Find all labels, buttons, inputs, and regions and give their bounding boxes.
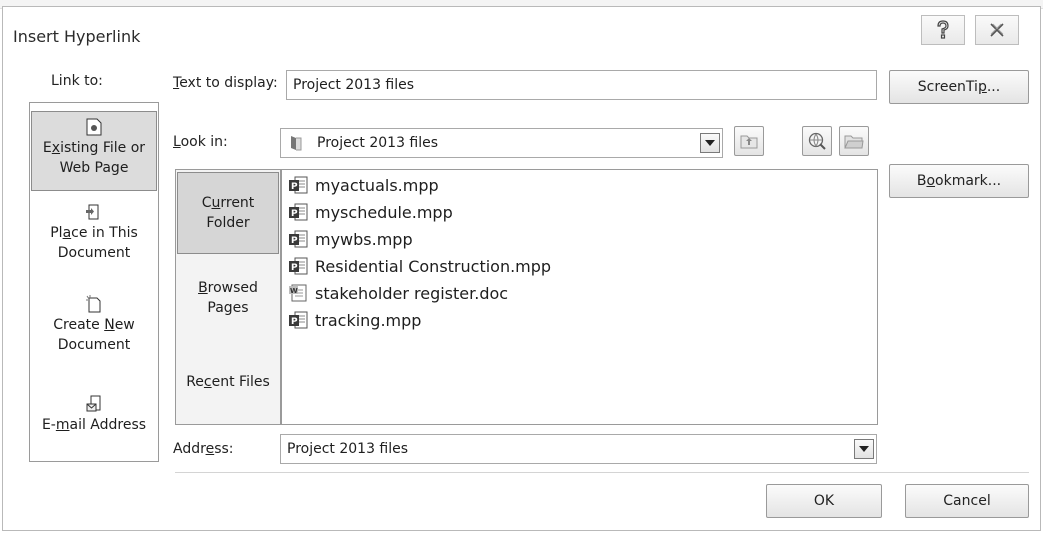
screentip-button[interactable]: ScreenTi p... — [889, 70, 1029, 104]
look-in-dropdown-arrow[interactable] — [700, 133, 720, 153]
link-to-create-new-document[interactable]: Create New Document — [30, 295, 158, 365]
existing-file-label-line1: Existing File or — [42, 140, 146, 156]
current-folder-label-line2: Folder — [206, 215, 250, 231]
cancel-button[interactable]: Cancel — [905, 484, 1029, 518]
link-to-place-in-document[interactable]: Place in This Document — [30, 203, 158, 273]
svg-text:P: P — [291, 317, 298, 327]
svg-text:P: P — [291, 209, 298, 219]
file-name: Residential Construction.mpp — [315, 256, 552, 276]
bookmark-button[interactable]: Bo okmark... — [889, 164, 1029, 198]
up-one-folder-button[interactable] — [734, 126, 764, 156]
file-name: myschedule.mpp — [315, 202, 453, 222]
up-folder-icon — [740, 135, 758, 149]
look-in-nav-panel: Current Folder Browsed Pages Recent File… — [175, 169, 281, 425]
list-item[interactable]: P myschedule.mpp — [288, 199, 453, 225]
file-list[interactable]: P myactuals.mpp P myschedule.mpp P mywbs… — [281, 169, 878, 425]
existing-file-icon — [86, 118, 102, 136]
link-to-email-address[interactable]: E-mail Address — [30, 395, 158, 445]
svg-text:P: P — [291, 236, 298, 246]
title-bar: Insert Hyperlink — [3, 7, 1040, 59]
text-to-display-label: Text to display: — [173, 75, 278, 91]
look-in-label: Look in: — [173, 134, 228, 150]
ok-button[interactable]: OK — [766, 484, 882, 518]
project-file-icon: P — [289, 230, 308, 248]
file-name: stakeholder register.doc — [315, 283, 509, 303]
svg-text:P: P — [291, 182, 298, 192]
link-to-label: Link to: — [51, 73, 103, 89]
look-in-dropdown[interactable]: Project 2013 files — [280, 128, 723, 158]
close-icon — [990, 23, 1004, 37]
create-new-document-icon — [86, 295, 101, 313]
link-to-panel: Existing File or Web Page Place in This … — [29, 102, 159, 462]
project-file-icon: P — [289, 257, 308, 275]
browsed-pages-label-line2: Pages — [207, 300, 249, 316]
list-item[interactable]: P myactuals.mpp — [288, 172, 439, 198]
address-input[interactable]: Project 2013 files — [280, 434, 877, 464]
project-file-icon: P — [289, 176, 308, 194]
recent-files-label: Recent Files — [186, 374, 270, 390]
svg-text:W: W — [290, 287, 298, 295]
address-label: Address: — [173, 441, 234, 457]
list-item[interactable]: W stakeholder register.doc — [288, 280, 508, 306]
text-to-display-input[interactable]: Project 2013 files — [286, 70, 877, 100]
existing-file-label-line2: Web Page — [59, 160, 129, 176]
svg-text:P: P — [291, 263, 298, 273]
file-name: mywbs.mpp — [315, 229, 413, 249]
dialog-title: Insert Hyperlink — [13, 27, 141, 46]
chevron-down-icon — [859, 446, 869, 452]
browsed-pages-tab[interactable]: Browsed Pages — [176, 278, 280, 328]
divider — [175, 472, 1029, 473]
insert-hyperlink-dialog: Insert Hyperlink Link to: Existing File … — [2, 6, 1041, 531]
file-name: tracking.mpp — [315, 310, 422, 330]
place-in-document-label-line1: Place in This — [50, 225, 138, 241]
list-item[interactable]: P Residential Construction.mpp — [288, 253, 551, 279]
create-new-document-label-line1: Create New — [53, 317, 135, 333]
browse-web-button[interactable] — [802, 126, 832, 156]
recent-files-tab[interactable]: Recent Files — [176, 372, 280, 402]
address-dropdown-arrow[interactable] — [854, 439, 874, 459]
chevron-down-icon — [705, 140, 715, 146]
email-address-label: E-mail Address — [41, 417, 147, 433]
place-in-document-label-line2: Document — [57, 245, 131, 261]
look-in-value: Project 2013 files — [317, 135, 439, 151]
help-icon — [937, 20, 949, 39]
address-value: Project 2013 files — [287, 441, 409, 457]
list-item[interactable]: P mywbs.mpp — [288, 226, 413, 252]
browse-web-icon — [808, 132, 826, 150]
browsed-pages-label-line1: Browsed — [198, 280, 258, 296]
close-button[interactable] — [975, 15, 1019, 45]
link-to-existing-file[interactable]: Existing File or Web Page — [31, 111, 157, 191]
open-folder-icon — [844, 135, 864, 149]
place-in-document-icon — [86, 204, 99, 220]
project-file-icon: P — [289, 203, 308, 221]
create-new-document-label-line2: Document — [57, 337, 131, 353]
browse-file-button[interactable] — [839, 126, 869, 156]
folder-icon — [291, 136, 302, 151]
project-file-icon: P — [289, 311, 308, 329]
file-name: myactuals.mpp — [315, 175, 439, 195]
list-item[interactable]: P tracking.mpp — [288, 307, 421, 333]
current-folder-tab[interactable]: Current Folder — [177, 172, 279, 254]
help-button[interactable] — [921, 15, 965, 45]
email-address-icon — [86, 395, 101, 412]
current-folder-label-line1: Current — [201, 195, 255, 211]
word-document-icon: W — [289, 284, 307, 302]
